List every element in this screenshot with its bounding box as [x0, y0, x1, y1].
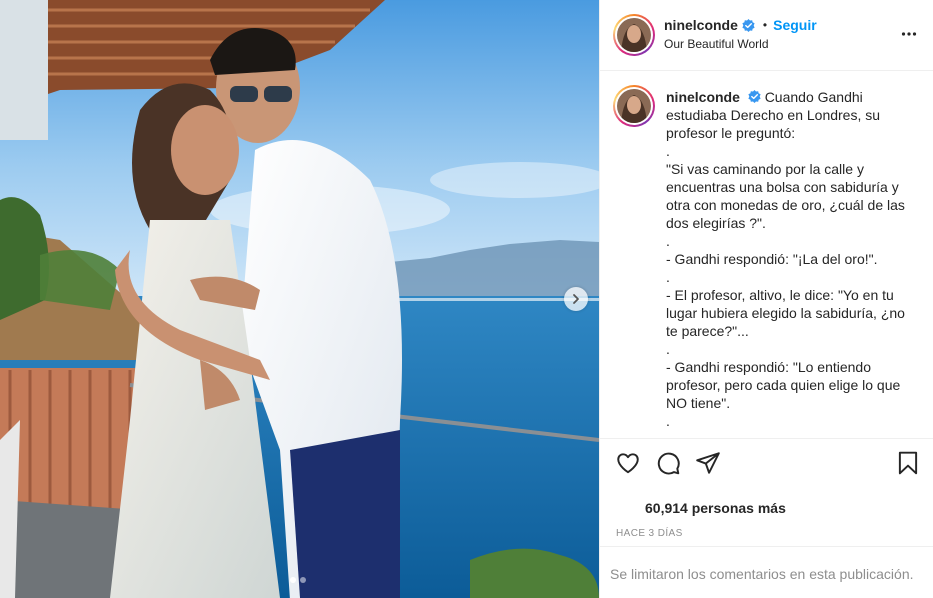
more-options-icon — [901, 32, 917, 36]
post-photo[interactable] — [0, 0, 599, 598]
caption-username[interactable]: ninelconde — [666, 89, 740, 105]
like-button[interactable] — [615, 450, 641, 476]
caption-text-line: - El profesor, altivo, le dice: "Yo en t… — [666, 287, 894, 303]
caption-area: ninelconde Cuando Gandhi estudiaba Derec… — [600, 72, 933, 438]
share-icon — [696, 452, 720, 474]
profile-picture-image — [617, 89, 651, 123]
separator-dot: • — [762, 18, 768, 32]
post-location[interactable]: Our Beautiful World — [664, 37, 769, 51]
caption-text-line: otra con monedas de oro, ¿cuál de las — [666, 197, 905, 213]
caption-avatar[interactable] — [613, 85, 655, 127]
caption-text-line: . — [666, 413, 670, 429]
caption-text-line: "Si vas caminando por la calle y — [666, 161, 864, 177]
caption-text-line: encuentras una bolsa con sabiduría y — [666, 179, 899, 195]
verified-badge-icon — [748, 90, 761, 103]
more-options-button[interactable] — [901, 26, 917, 47]
next-photo-button[interactable] — [564, 287, 588, 311]
caption-text-line: profesor le preguntó: — [666, 125, 796, 141]
caption-text-line: . — [666, 143, 670, 159]
caption-text-line: profesor, pero cada quien elige lo que — [666, 377, 901, 393]
profile-picture-image — [617, 18, 651, 52]
avatar[interactable] — [613, 14, 655, 56]
post-timestamp[interactable]: HACE 3 DÍAS — [616, 528, 683, 539]
caption-text-line: . — [666, 341, 670, 357]
author-username[interactable]: ninelconde — [664, 17, 738, 33]
save-button[interactable] — [895, 450, 921, 476]
bookmark-icon — [898, 451, 918, 475]
follow-button[interactable]: Seguir — [773, 17, 817, 33]
caption-text-line: NO tiene". — [666, 395, 731, 411]
comment-button[interactable] — [655, 450, 681, 476]
caption-text-line: . — [666, 233, 670, 249]
couple-photo-image — [0, 0, 599, 598]
comments-disabled-text: Se limitaron los comentarios en esta pub… — [610, 566, 914, 582]
post-header: ninelconde • Seguir Our Beautiful World — [600, 0, 933, 71]
action-bar — [600, 438, 933, 490]
caption-text-line: lugar hubiera elegido la sabiduría, ¿no — [666, 305, 905, 321]
caption-text-line: - Gandhi respondió: "¡La del oro!". — [666, 251, 878, 267]
share-button[interactable] — [695, 450, 721, 476]
caption-text-line: estudiaba Derecho en Londres, su — [666, 107, 881, 123]
caption-text-line: dos elegirías ?". — [666, 215, 766, 231]
verified-badge-icon — [742, 18, 755, 32]
caption-text-line: te parece?"... — [666, 323, 749, 339]
carousel-dot — [300, 577, 306, 583]
post-caption: ninelconde Cuando Gandhi estudiaba Derec… — [666, 88, 922, 430]
caption-text-line: Cuando Gandhi — [764, 89, 863, 105]
caption-text-line: - Gandhi respondió: "Lo entiendo — [666, 359, 872, 375]
carousel-indicator — [290, 577, 306, 583]
chevron-right-icon — [573, 294, 579, 304]
post-side-panel: ninelconde • Seguir Our Beautiful World — [599, 0, 933, 598]
heart-icon — [617, 453, 639, 474]
likes-count[interactable]: 60,914 personas más — [645, 500, 786, 516]
comments-disabled-notice: Se limitaron los comentarios en esta pub… — [600, 546, 933, 598]
carousel-dot-active — [290, 577, 296, 583]
comment-icon — [657, 452, 680, 475]
caption-text-line: . — [666, 269, 670, 285]
